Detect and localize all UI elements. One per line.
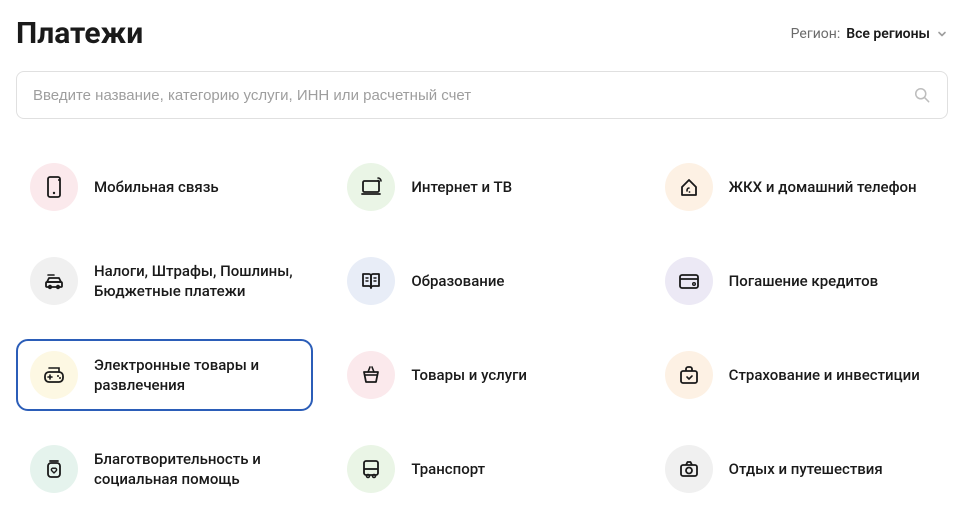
home-phone-icon xyxy=(665,163,713,211)
category-education[interactable]: Образование xyxy=(333,245,630,317)
smartphone-icon xyxy=(30,163,78,211)
category-label: Интернет и ТВ xyxy=(411,177,512,197)
tax-car-icon xyxy=(30,257,78,305)
region-value: Все регионы xyxy=(846,26,930,42)
category-label: Погашение кредитов xyxy=(729,271,879,291)
camera-icon xyxy=(665,445,713,493)
category-label: Транспорт xyxy=(411,459,485,479)
category-utilities[interactable]: ЖКХ и домашний телефон xyxy=(651,151,948,223)
search-input[interactable] xyxy=(16,71,948,119)
search-icon xyxy=(912,85,932,105)
category-label: Благотворительность и социальная помощь xyxy=(94,449,299,490)
category-label: Налоги, Штрафы, Пошлины, Бюджетные плате… xyxy=(94,261,299,302)
category-label: Страхование и инвестиции xyxy=(729,365,920,385)
categories-grid: Мобильная связь Интернет и ТВ ЖКХ и дома… xyxy=(16,151,948,505)
category-label: Электронные товары и развлечения xyxy=(94,355,299,396)
category-insurance[interactable]: Страхование и инвестиции xyxy=(651,339,948,411)
category-taxes[interactable]: Налоги, Штрафы, Пошлины, Бюджетные плате… xyxy=(16,245,313,317)
category-label: Товары и услуги xyxy=(411,365,527,385)
category-label: Мобильная связь xyxy=(94,177,219,197)
gamepad-icon xyxy=(30,351,78,399)
category-goods[interactable]: Товары и услуги xyxy=(333,339,630,411)
category-internet-tv[interactable]: Интернет и ТВ xyxy=(333,151,630,223)
page-title: Платежи xyxy=(16,16,143,51)
briefcase-icon xyxy=(665,351,713,399)
bus-icon xyxy=(347,445,395,493)
credit-card-icon xyxy=(665,257,713,305)
search-wrapper xyxy=(16,71,948,119)
category-label: ЖКХ и домашний телефон xyxy=(729,177,917,197)
category-mobile[interactable]: Мобильная связь xyxy=(16,151,313,223)
category-label: Отдых и путешествия xyxy=(729,459,883,479)
region-label: Регион: xyxy=(791,26,841,42)
category-charity[interactable]: Благотворительность и социальная помощь xyxy=(16,433,313,505)
category-electronics[interactable]: Электронные товары и развлечения xyxy=(16,339,313,411)
category-label: Образование xyxy=(411,271,504,291)
laptop-wifi-icon xyxy=(347,163,395,211)
chevron-down-icon xyxy=(936,28,948,40)
jar-heart-icon xyxy=(30,445,78,493)
category-transport[interactable]: Транспорт xyxy=(333,433,630,505)
category-leisure[interactable]: Отдых и путешествия xyxy=(651,433,948,505)
category-loans[interactable]: Погашение кредитов xyxy=(651,245,948,317)
region-selector[interactable]: Регион: Все регионы xyxy=(791,26,948,42)
book-open-icon xyxy=(347,257,395,305)
basket-icon xyxy=(347,351,395,399)
